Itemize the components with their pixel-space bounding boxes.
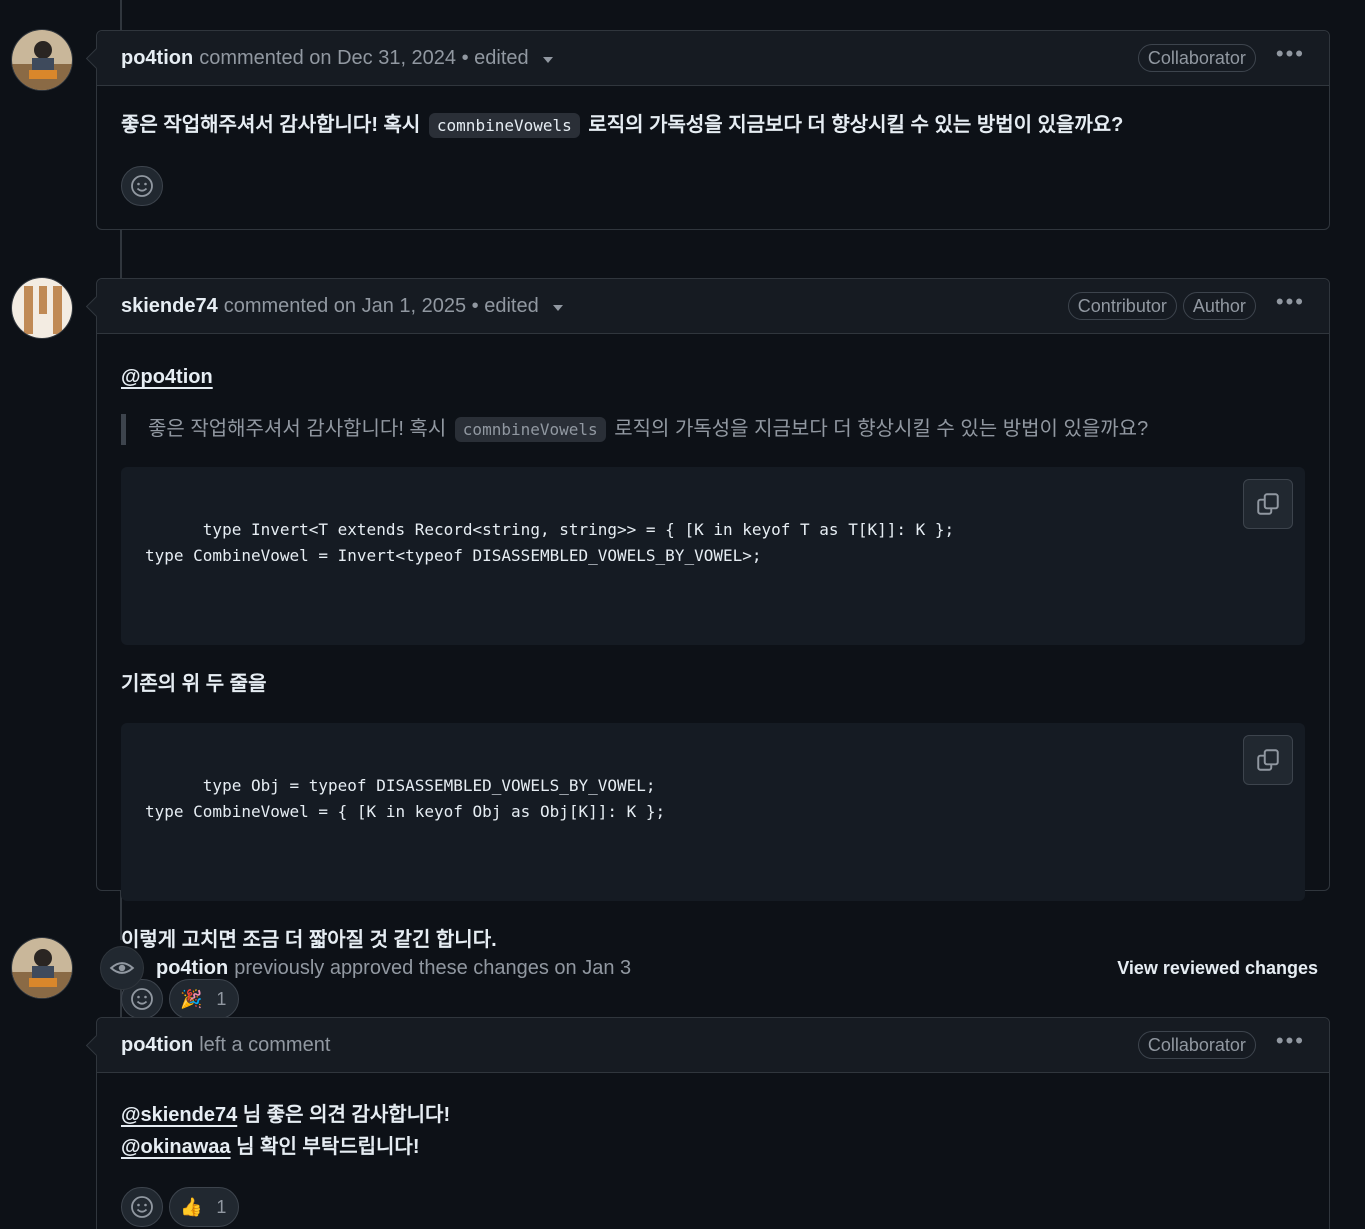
reaction-count: 1 xyxy=(216,1196,227,1217)
comment-text: 좋은 작업해주셔서 감사합니다! 혹시 comnbineVowels 로직의 가… xyxy=(121,110,1305,141)
comment-meta: left a comment xyxy=(199,1033,331,1056)
text-segment: 님 좋은 의견 감사합니다! xyxy=(237,1104,451,1126)
review-comment-card: po4tion left a comment Collaborator ••• … xyxy=(96,1017,1330,1229)
comment-body: 좋은 작업해주셔서 감사합니다! 혹시 comnbineVowels 로직의 가… xyxy=(97,86,1329,206)
copy-code-button[interactable] xyxy=(1243,735,1293,785)
reaction-thumbs-up-button[interactable]: 👍 1 xyxy=(169,1187,240,1227)
user-mention-link[interactable]: @okinawaa xyxy=(121,1136,231,1158)
copy-icon xyxy=(1257,749,1279,771)
avatar-po4tion[interactable] xyxy=(11,29,73,91)
kebab-menu-icon[interactable]: ••• xyxy=(1276,1030,1305,1054)
comment-header: skiende74 commented on Jan 1, 2025 • edi… xyxy=(97,279,1329,334)
comment-meta[interactable]: commented on Dec 31, 2024 • edited xyxy=(199,47,528,70)
blockquote: 좋은 작업해주셔서 감사합니다! 혹시 comnbineVowels 로직의 가… xyxy=(121,414,1305,445)
code-block: type Invert<T extends Record<string, str… xyxy=(121,467,1305,645)
timeline-line xyxy=(120,230,122,278)
view-reviewed-changes-link[interactable]: View reviewed changes xyxy=(1117,958,1318,979)
review-text[interactable]: previously approved these changes on Jan… xyxy=(234,957,631,980)
review-author[interactable]: po4tion xyxy=(156,957,228,980)
reactions-bar: 👍 1 xyxy=(121,1163,1305,1227)
add-reaction-button[interactable] xyxy=(121,166,163,206)
code-block: type Obj = typeof DISASSEMBLED_VOWELS_BY… xyxy=(121,723,1305,901)
avatar-skiende74[interactable] xyxy=(11,277,73,339)
copy-code-button[interactable] xyxy=(1243,479,1293,529)
comment-card: skiende74 commented on Jan 1, 2025 • edi… xyxy=(96,278,1330,1019)
eye-badge xyxy=(100,946,144,990)
user-mention-link[interactable]: @skiende74 xyxy=(121,1104,237,1126)
add-reaction-button[interactable] xyxy=(121,1187,163,1227)
text-segment: 로직의 가독성을 지금보다 더 향상시킬 수 있는 방법이 있을까요? xyxy=(614,418,1149,440)
comment-body: @skiende74 님 좋은 의견 감사합니다! @okinawaa 님 확인… xyxy=(97,1073,1329,1227)
comment-body: @po4tion 좋은 작업해주셔서 감사합니다! 혹시 comnbineVow… xyxy=(97,334,1329,1019)
eye-icon xyxy=(109,962,135,974)
comment-author[interactable]: po4tion xyxy=(121,1034,193,1057)
copy-icon xyxy=(1257,493,1279,515)
mention-line: @po4tion xyxy=(121,362,1305,392)
comment-header: po4tion left a comment Collaborator ••• xyxy=(97,1018,1329,1073)
comment-author[interactable]: skiende74 xyxy=(121,295,218,318)
chevron-down-icon[interactable] xyxy=(552,305,563,311)
avatar-po4tion[interactable] xyxy=(11,937,73,999)
code-block-content: type Obj = typeof DISASSEMBLED_VOWELS_BY… xyxy=(145,776,666,821)
contributor-badge: Contributor xyxy=(1067,292,1177,320)
comment-header: po4tion commented on Dec 31, 2024 • edit… xyxy=(97,31,1329,86)
comment-card: po4tion commented on Dec 31, 2024 • edit… xyxy=(96,30,1330,230)
collaborator-badge: Collaborator xyxy=(1137,1031,1256,1059)
author-badge: Author xyxy=(1182,292,1256,320)
kebab-menu-icon[interactable]: ••• xyxy=(1276,291,1305,315)
kebab-menu-icon[interactable]: ••• xyxy=(1276,43,1305,67)
text-segment: 좋은 작업해주셔서 감사합니다! 혹시 xyxy=(148,418,447,440)
smiley-icon xyxy=(131,175,153,197)
chevron-down-icon[interactable] xyxy=(542,57,553,63)
text-segment: 로직의 가독성을 지금보다 더 향상시킬 수 있는 방법이 있을까요? xyxy=(588,114,1124,136)
comment-meta[interactable]: commented on Jan 1, 2025 • edited xyxy=(224,295,539,318)
text-segment: 님 확인 부탁드립니다! xyxy=(230,1136,420,1158)
code-block-content: type Invert<T extends Record<string, str… xyxy=(145,520,955,565)
text-segment: 좋은 작업해주셔서 감사합니다! 혹시 xyxy=(121,114,421,136)
comment-text: @skiende74 님 좋은 의견 감사합니다! @okinawaa 님 확인… xyxy=(121,1099,1305,1163)
reactions-bar xyxy=(121,141,1305,206)
comment-author[interactable]: po4tion xyxy=(121,47,193,70)
comment-text: 기존의 위 두 줄을 xyxy=(121,673,267,695)
collaborator-badge: Collaborator xyxy=(1137,44,1256,72)
timeline-line xyxy=(120,0,122,30)
review-event: po4tion previously approved these change… xyxy=(100,940,1330,996)
inline-code: comnbineVowels xyxy=(454,417,606,442)
smiley-icon xyxy=(131,1196,153,1218)
inline-code: comnbineVowels xyxy=(428,113,580,138)
thumbs-up-icon: 👍 xyxy=(180,1196,203,1217)
user-mention-link[interactable]: @po4tion xyxy=(121,366,213,388)
